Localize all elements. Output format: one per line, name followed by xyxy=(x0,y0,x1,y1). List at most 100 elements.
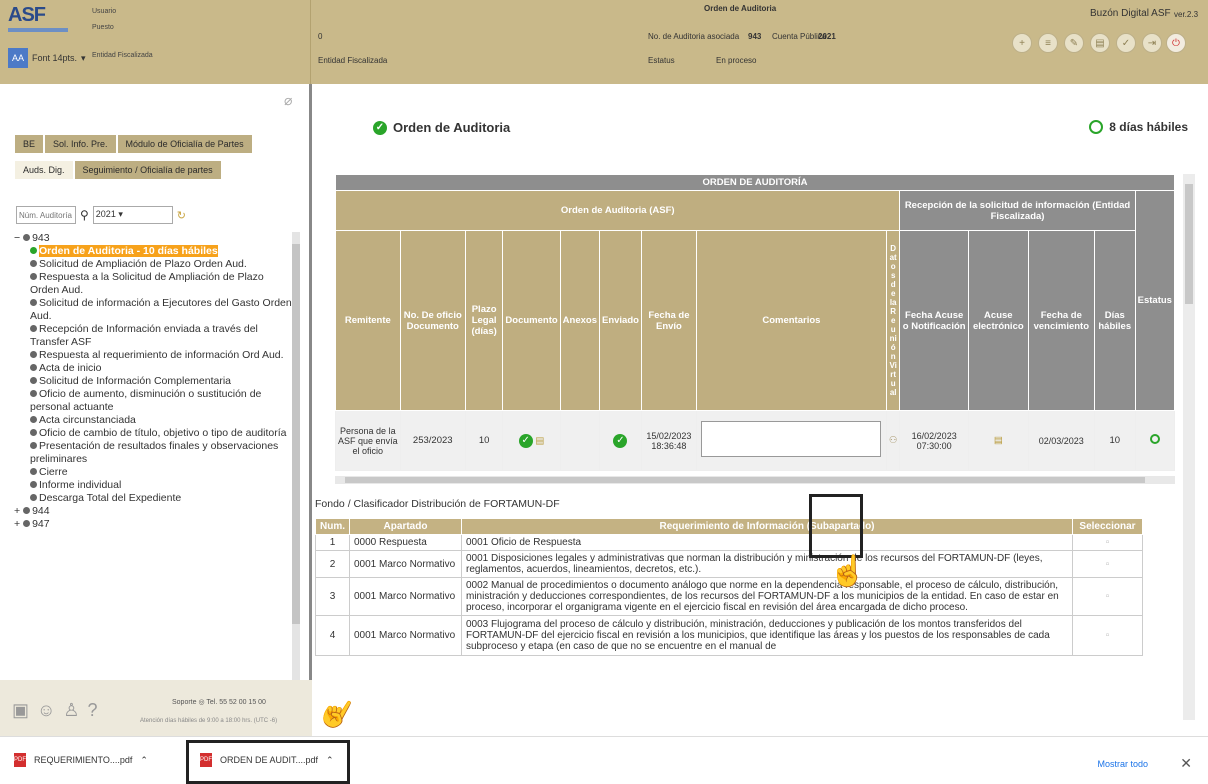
estatus-value: En proceso xyxy=(716,56,757,65)
close-icon[interactable]: ✕ xyxy=(1180,755,1192,772)
tabs-row-2: Auds. Dig. Seguimiento / Oficialía de pa… xyxy=(14,160,222,180)
logo-bar xyxy=(8,28,68,32)
users-icon[interactable]: ☺ xyxy=(37,700,55,721)
show-all-button[interactable]: Mostrar todo xyxy=(1097,759,1148,769)
req-col-apartado: Apartado xyxy=(349,518,462,535)
refresh-icon[interactable]: ↻ xyxy=(177,209,186,222)
req-text: 0002 Manual de procedimientos o document… xyxy=(461,577,1073,616)
tree-root-label: 944 xyxy=(32,505,50,517)
tree-item[interactable]: Cierre xyxy=(14,466,292,479)
check-icon[interactable]: ✓ xyxy=(1116,33,1136,53)
status-dot-icon xyxy=(30,364,37,371)
tree-item-label: Solicitud de Ampliación de Plazo Orden A… xyxy=(39,258,247,270)
header-divider xyxy=(310,0,311,84)
cell-anexos xyxy=(559,410,600,471)
download-item[interactable]: PDF REQUERIMIENTO....pdf ⌃ xyxy=(14,753,148,767)
tree-item[interactable]: Orden de Auditoria - 10 días hábiles xyxy=(14,245,292,258)
col-comentarios: Comentarios xyxy=(695,230,887,411)
usuario-label: Usuario xyxy=(92,8,117,15)
version-label: ver.2.3 xyxy=(1174,10,1199,19)
edit-icon[interactable]: ✎ xyxy=(1064,33,1084,53)
cell-comentarios xyxy=(695,410,887,471)
tree-root-label: 943 xyxy=(32,232,50,244)
add-icon[interactable]: + xyxy=(1012,33,1032,53)
top-header: ASF Usuario Puesto Entidad Fiscalizada A… xyxy=(0,0,1208,84)
select-checkbox[interactable]: ▫ xyxy=(1072,550,1143,578)
download-filename: REQUERIMIENTO....pdf xyxy=(34,755,133,765)
search-bar: ⚲ 2021 ▾ ↻ xyxy=(16,206,186,224)
col-datos-reunion: Datos de la Reunión Virtual xyxy=(885,230,901,411)
tree-item[interactable]: Solicitud de Información Complementaria xyxy=(14,375,292,388)
dias-habiles-text: 8 días hábiles xyxy=(1109,120,1188,134)
tree-item[interactable]: Acta de inicio xyxy=(14,362,292,375)
fondo-clasificador: Fondo / Clasificador Distribución de FOR… xyxy=(315,498,560,510)
cell-enviado: ✓ xyxy=(598,410,642,471)
tree-item[interactable]: Oficio de cambio de título, objetivo o t… xyxy=(14,427,292,440)
table-row: Persona de la ASF que envía el oficio 25… xyxy=(335,410,1176,471)
group-header-recepcion: Recepción de la solicitud de información… xyxy=(899,190,1136,231)
table-row: 2 0001 Marco Normativo 0001 Disposicione… xyxy=(315,550,1143,578)
tree-item[interactable]: Respuesta al requerimiento de informació… xyxy=(14,349,292,362)
tab-auds-dig[interactable]: Auds. Dig. xyxy=(14,160,74,180)
font-size-selector[interactable]: AA Font 14pts. ▾ xyxy=(8,48,86,68)
tree-item[interactable]: Oficio de aumento, disminución o sustitu… xyxy=(14,388,292,414)
exit-icon[interactable]: ⇥ xyxy=(1142,33,1162,53)
soporte-info: Soporte ◎ Tel. 55 52 00 15 00 xyxy=(172,699,266,706)
audit-tree: − 943 Orden de Auditoria - 10 días hábil… xyxy=(14,232,292,531)
tree-root-944[interactable]: + 944 xyxy=(14,505,292,518)
orden-title: Orden de Auditoria xyxy=(704,4,777,13)
select-checkbox[interactable]: ▫ xyxy=(1072,534,1143,551)
tree-item[interactable]: Recepción de Información enviada a travé… xyxy=(14,323,292,349)
tree-item[interactable]: Acta circunstanciada xyxy=(14,414,292,427)
document-highlight-frame xyxy=(809,494,863,558)
document-check-icon[interactable]: ✓ xyxy=(518,433,533,448)
req-col-requerimiento: Requerimiento de Información (Subapartad… xyxy=(461,518,1073,535)
user-icon[interactable]: ♙ xyxy=(63,700,79,721)
meeting-icon[interactable]: ⚇ xyxy=(889,435,898,446)
tab-be[interactable]: BE xyxy=(14,134,45,154)
tree-item[interactable]: Presentación de resultados finales y obs… xyxy=(14,440,292,466)
acuse-file-icon[interactable]: ▤ xyxy=(994,435,1003,446)
document-icon[interactable]: ▤ xyxy=(1090,33,1110,53)
req-num: 1 xyxy=(315,534,350,551)
list-icon[interactable]: ≡ xyxy=(1038,33,1058,53)
search-input[interactable] xyxy=(16,206,76,224)
folder-icon[interactable]: ▣ xyxy=(12,700,29,721)
tree-root-947[interactable]: + 947 xyxy=(14,518,292,531)
tree-item[interactable]: Solicitud de información a Ejecutores de… xyxy=(14,297,292,323)
tree-item-label: Respuesta al requerimiento de informació… xyxy=(39,349,284,361)
select-checkbox[interactable]: ▫ xyxy=(1072,615,1143,656)
req-text: 0001 Disposiciones legales y administrat… xyxy=(461,550,1073,578)
vertical-scroll-thumb[interactable] xyxy=(1185,184,1193,304)
status-dot-icon xyxy=(30,299,37,306)
year-select[interactable]: 2021 ▾ xyxy=(92,206,173,224)
tab-seguimiento[interactable]: Seguimiento / Oficialía de partes xyxy=(73,160,222,180)
tree-root-943[interactable]: − 943 xyxy=(14,232,292,245)
pin-icon[interactable]: ⌀ xyxy=(284,92,292,109)
search-icon[interactable]: ⚲ xyxy=(80,208,89,222)
tree-item[interactable]: Respuesta a la Solicitud de Ampliación d… xyxy=(14,271,292,297)
col-estatus: Estatus xyxy=(1134,190,1176,411)
tabs-row-1: BE Sol. Info. Pre. Módulo de Oficialía d… xyxy=(14,134,253,154)
tree-item-label: Orden de Auditoria - 10 días hábiles xyxy=(39,245,218,257)
tab-oficialia[interactable]: Módulo de Oficialía de Partes xyxy=(116,134,253,154)
tree-scroll-thumb[interactable] xyxy=(292,244,300,624)
select-checkbox[interactable]: ▫ xyxy=(1072,577,1143,616)
tab-sol-info[interactable]: Sol. Info. Pre. xyxy=(44,134,117,154)
tree-item-label: Acta circunstanciada xyxy=(39,414,136,426)
horizontal-scroll-thumb[interactable] xyxy=(345,477,1145,483)
tree-item[interactable]: Informe individual xyxy=(14,479,292,492)
status-dot-icon xyxy=(30,494,37,501)
status-dot-icon xyxy=(30,260,37,267)
atencion-note: Atención días hábiles de 9:00 a 18:00 hr… xyxy=(140,718,278,724)
main-panel: ✓ Orden de Auditoria 8 días hábiles ORDEN… xyxy=(315,84,1208,736)
pdf-file-icon[interactable]: ▤ xyxy=(535,435,544,446)
tree-item[interactable]: Descarga Total del Expediente xyxy=(14,492,292,505)
chevron-up-icon[interactable]: ⌃ xyxy=(140,755,148,766)
page-title: ✓ Orden de Auditoria xyxy=(373,120,510,135)
req-text: 0003 Flujograma del proceso de cálculo y… xyxy=(461,615,1073,656)
comentarios-input[interactable] xyxy=(701,421,882,457)
tree-item[interactable]: Solicitud de Ampliación de Plazo Orden A… xyxy=(14,258,292,271)
help-icon[interactable]: ? xyxy=(88,700,98,721)
power-icon[interactable]: ⏻ xyxy=(1166,33,1186,53)
